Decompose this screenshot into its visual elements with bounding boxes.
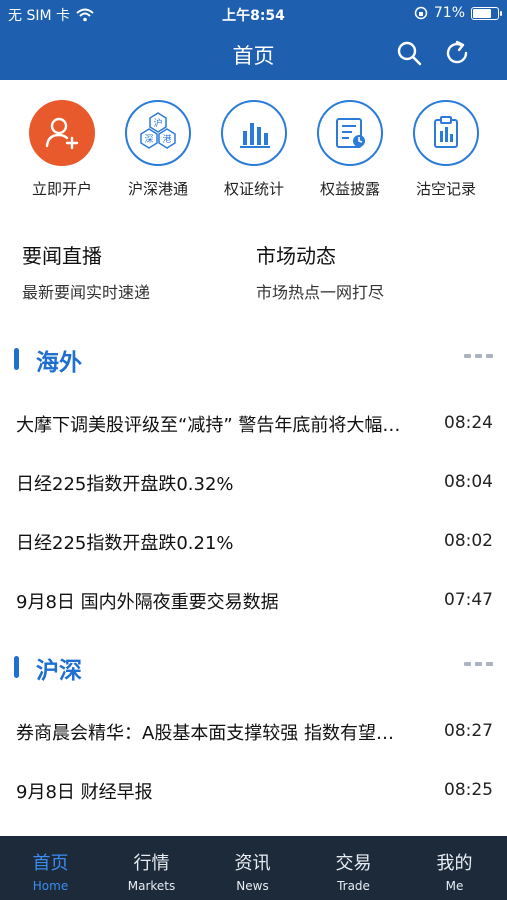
news-headline: 9月8日 财经早报 bbox=[16, 782, 153, 803]
tab-label: 我的 bbox=[436, 853, 473, 874]
feature-title: 要闻直播 bbox=[22, 244, 102, 268]
news-headline: 9月8日 国内外隔夜重要交易数据 bbox=[16, 592, 279, 613]
market-dynamics-link[interactable]: 市场动态 市场热点一网打尽 bbox=[256, 240, 384, 303]
section-header-sh-sz: 沪深 bbox=[0, 650, 507, 684]
tab-sublabel: Markets bbox=[127, 879, 176, 893]
tab-sublabel: News bbox=[236, 879, 269, 893]
bottom-tab-bar: 首页 Home 行情 Markets 资讯 News 交易 Trade 我的 M… bbox=[0, 836, 507, 900]
quick-actions: 立即开户 沪 深 港 沪深港通 权证统计 权益披露 沽空记录 bbox=[0, 96, 507, 206]
section-accent-bar bbox=[14, 656, 19, 678]
warrant-stats-button[interactable]: 权证统计 bbox=[206, 96, 302, 199]
action-label: 权益披露 bbox=[319, 180, 380, 198]
news-time: 08:02 bbox=[444, 531, 493, 551]
news-headline: 大摩下调美股评级至“减持” 警告年底前将大幅回调 bbox=[16, 415, 411, 436]
connect-icon-sh: 沪 bbox=[153, 117, 162, 129]
tab-me[interactable]: 我的 Me bbox=[404, 836, 505, 900]
news-headline: 日经225指数开盘跌0.32% bbox=[16, 474, 234, 495]
short-record-icon bbox=[413, 100, 479, 166]
page-title: 首页 bbox=[232, 44, 275, 68]
section-title: 海外 bbox=[36, 350, 82, 376]
action-label: 沪深港通 bbox=[127, 180, 188, 198]
section-header-overseas: 海外 bbox=[0, 342, 507, 376]
more-icon[interactable] bbox=[464, 662, 493, 666]
tab-label: 行情 bbox=[133, 853, 170, 874]
news-live-link[interactable]: 要闻直播 最新要闻实时速递 bbox=[22, 240, 150, 303]
section-title: 沪深 bbox=[36, 658, 82, 684]
tab-sublabel: Trade bbox=[337, 879, 370, 893]
news-time: 07:47 bbox=[444, 590, 493, 610]
connect-icon-sz: 深 bbox=[144, 134, 153, 145]
status-bar: 无 SIM 卡 上午8:54 71% bbox=[0, 0, 507, 28]
tab-label: 交易 bbox=[335, 853, 372, 874]
tab-sublabel: Home bbox=[32, 879, 69, 893]
news-time: 08:04 bbox=[444, 472, 493, 492]
battery-percent: 71% bbox=[433, 5, 465, 21]
section-accent-bar bbox=[14, 348, 19, 370]
disclosure-button[interactable]: 权益披露 bbox=[302, 96, 398, 199]
search-icon[interactable] bbox=[394, 38, 424, 68]
more-icon[interactable] bbox=[464, 354, 493, 358]
disclosure-icon bbox=[317, 100, 383, 166]
tab-markets[interactable]: 行情 Markets bbox=[101, 836, 202, 900]
action-label: 立即开户 bbox=[31, 180, 92, 198]
news-row[interactable]: 9月8日 财经早报 08:25 bbox=[0, 770, 507, 810]
connect-button[interactable]: 沪 深 港 沪深港通 bbox=[110, 96, 206, 199]
refresh-icon[interactable] bbox=[442, 38, 472, 68]
news-row[interactable]: 券商晨会精华：A股基本面支撑较强 指数有望企稳 08:27 bbox=[0, 711, 507, 751]
header: 首页 bbox=[0, 28, 507, 80]
hk-sh-sz-connect-icon: 沪 深 港 bbox=[125, 100, 191, 166]
feature-subtitle: 最新要闻实时速递 bbox=[22, 283, 151, 302]
tab-trade[interactable]: 交易 Trade bbox=[303, 836, 404, 900]
short-record-button[interactable]: 沽空记录 bbox=[398, 96, 494, 199]
tab-news[interactable]: 资讯 News bbox=[202, 836, 303, 900]
open-account-button[interactable]: 立即开户 bbox=[14, 96, 110, 199]
news-headline: 券商晨会精华：A股基本面支撑较强 指数有望企稳 bbox=[16, 723, 411, 744]
news-headline: 日经225指数开盘跌0.21% bbox=[16, 533, 234, 554]
news-row[interactable]: 日经225指数开盘跌0.21% 08:02 bbox=[0, 521, 507, 561]
add-user-icon bbox=[29, 100, 95, 166]
news-time: 08:24 bbox=[444, 413, 493, 433]
status-right: 71% bbox=[414, 5, 502, 21]
news-row[interactable]: 大摩下调美股评级至“减持” 警告年底前将大幅回调 08:24 bbox=[0, 403, 507, 443]
feature-title: 市场动态 bbox=[256, 244, 336, 268]
action-label: 沽空记录 bbox=[415, 180, 476, 198]
tab-sublabel: Me bbox=[445, 879, 464, 893]
news-row[interactable]: 9月8日 国内外隔夜重要交易数据 07:47 bbox=[0, 580, 507, 620]
tab-label: 首页 bbox=[32, 853, 69, 874]
battery-icon bbox=[471, 6, 502, 20]
connect-icon-hk: 港 bbox=[162, 133, 171, 145]
news-row[interactable]: 日经225指数开盘跌0.32% 08:04 bbox=[0, 462, 507, 502]
bar-chart-icon bbox=[221, 100, 287, 166]
tab-home[interactable]: 首页 Home bbox=[0, 836, 101, 900]
news-time: 08:25 bbox=[444, 780, 493, 800]
feature-links: 要闻直播 最新要闻实时速递 市场动态 市场热点一网打尽 bbox=[0, 240, 507, 310]
tab-label: 资讯 bbox=[234, 853, 271, 874]
feature-subtitle: 市场热点一网打尽 bbox=[256, 283, 385, 302]
orientation-lock-icon bbox=[414, 6, 428, 20]
news-time: 08:27 bbox=[444, 721, 493, 741]
action-label: 权证统计 bbox=[223, 180, 284, 198]
